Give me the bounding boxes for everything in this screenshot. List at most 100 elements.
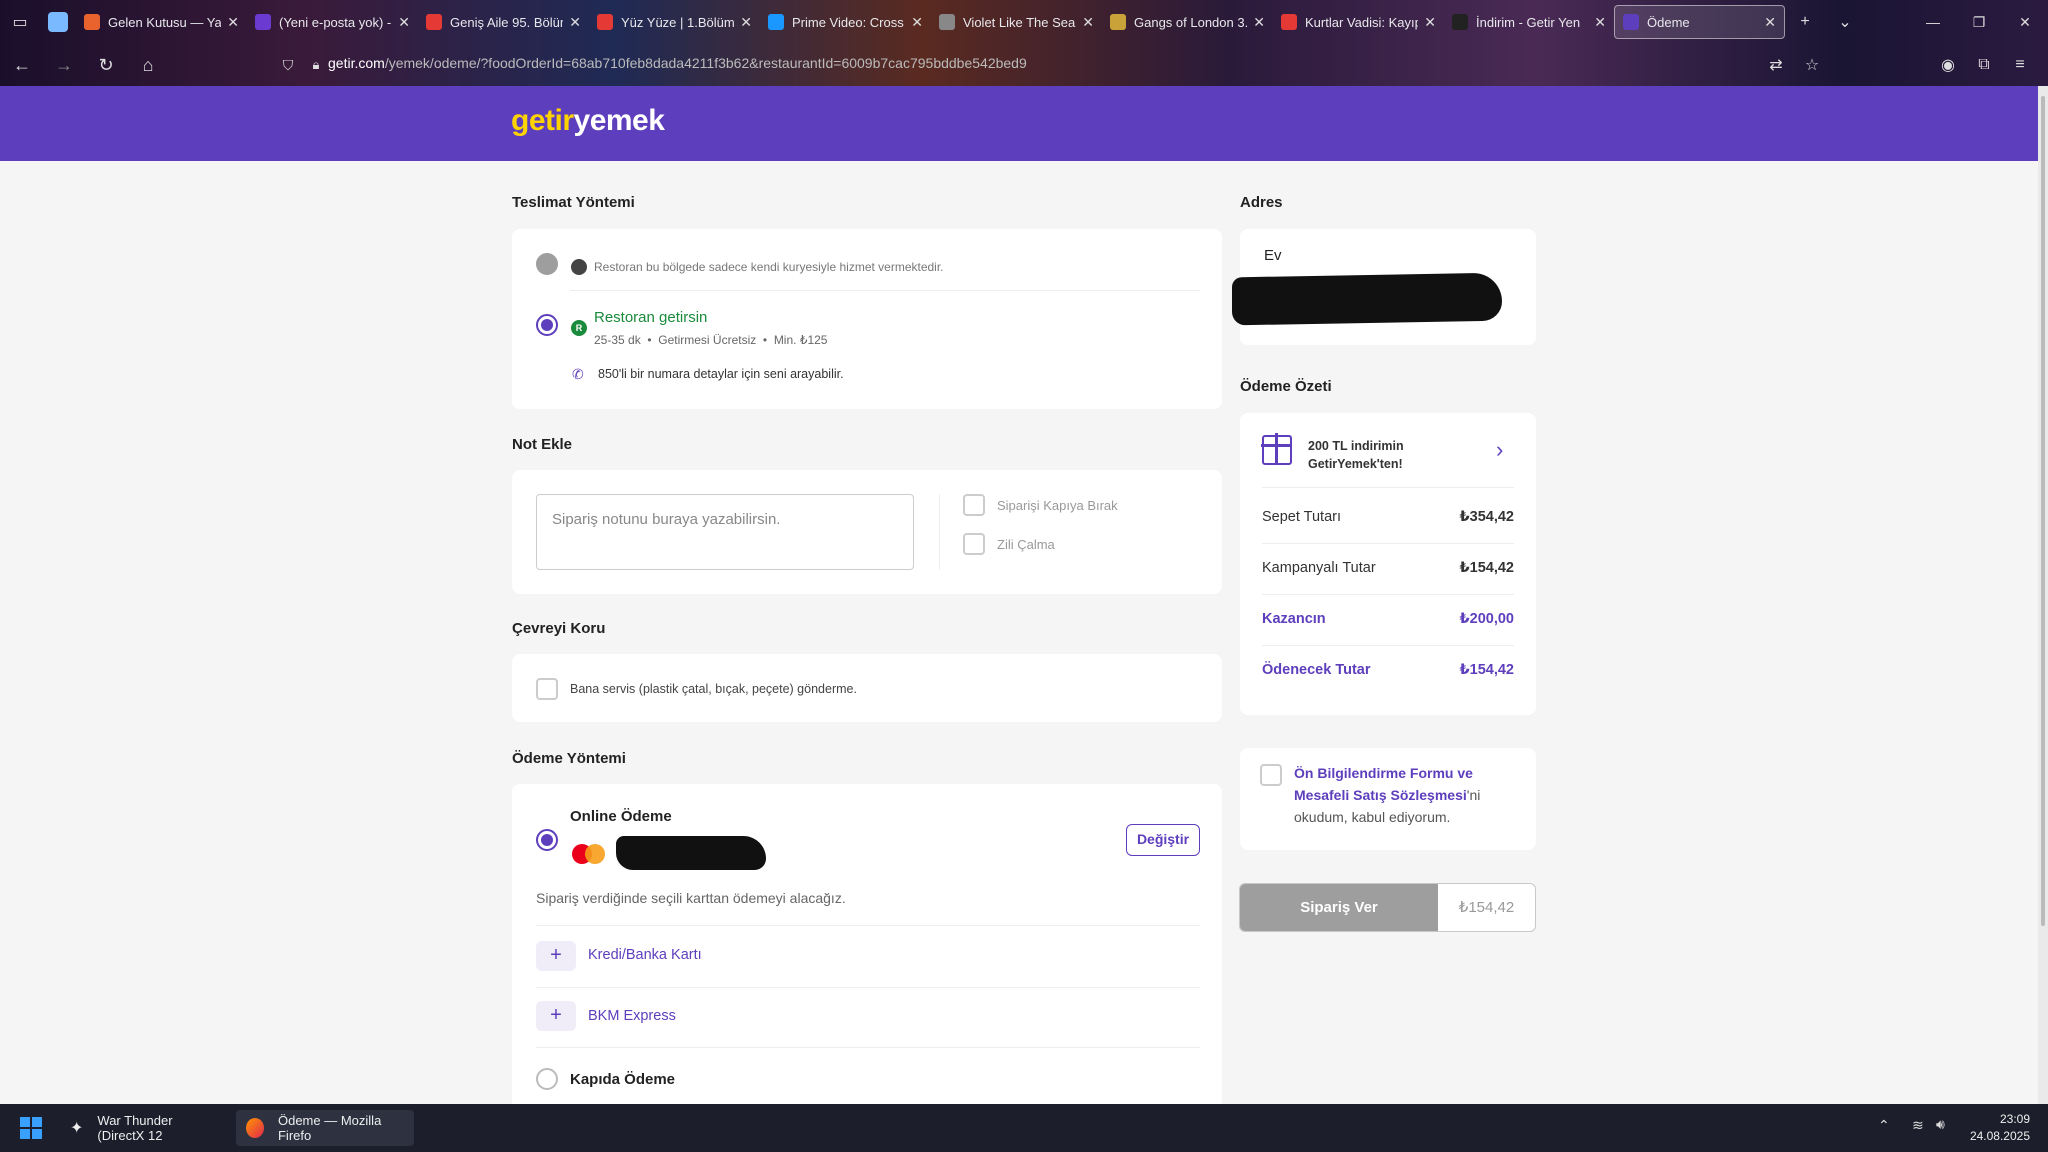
play-icon [768,14,784,30]
summary-value: ₺200,00 [1459,611,1514,627]
env-card: Bana servis (plastik çatal, bıçak, peçet… [512,654,1222,722]
order-total: ₺154,42 [1458,899,1515,916]
pay-at-door-radio[interactable] [536,1068,558,1090]
agreement-link[interactable]: Ön Bilgilendirme Formu ve Mesafeli Satış… [1294,765,1473,803]
restore-icon[interactable]: ❐ [1956,0,2002,44]
volume-icon[interactable]: 🔊︎ [1936,1116,1945,1133]
tray-chevron-icon[interactable]: ⌃ [1878,1117,1890,1134]
tab-close-icon[interactable]: ✕ [1594,14,1606,31]
translate-icon[interactable]: ⇄ [1758,48,1794,82]
address-label: Ev [1264,247,1282,264]
warthunder-icon: ✦ [70,1120,84,1137]
nav-bar: ← → ↻ ⌂ ⛉ 🔒︎ getir.com/yemek/odeme/?food… [0,44,2048,86]
browser-tab[interactable]: İndirim - Getir Yen ✕ [1444,5,1614,39]
bookmark-star-icon[interactable]: ☆ [1794,48,1830,82]
new-tab-icon[interactable]: + [1785,5,1825,39]
tab-close-icon[interactable]: ✕ [1082,14,1094,31]
delivery-card: Restoran bu bölgede sadece kendi kuryesi… [512,229,1222,409]
tab-title: Ödeme [1647,14,1690,30]
tab-close-icon[interactable]: ✕ [1424,14,1436,31]
tab-title: Kurtlar Vadisi: Kayıp [1305,14,1419,30]
tab-title: İndirim - Getir Yen [1476,14,1581,30]
tab-close-icon[interactable]: ✕ [1764,14,1776,31]
taskbar-app-firefox[interactable]: Ödeme — Mozilla Firefo [236,1110,414,1146]
promo-text[interactable]: 200 TL indirimin GetirYemek'ten! [1308,437,1404,473]
browser-tab[interactable]: Gelen Kutusu — Yand ✕ [76,5,247,39]
home-icon[interactable]: ⌂ [130,47,166,83]
courier-icon [571,259,587,275]
wifi-icon[interactable]: ≋ [1912,1117,1924,1134]
gift-icon [1261,433,1292,465]
bkm-express-option[interactable]: BKM Express [588,1008,676,1024]
tab-close-icon[interactable]: ✕ [1253,14,1265,31]
change-card-button[interactable]: Değiştir [1126,824,1200,856]
menu-icon[interactable]: ≡ [2002,48,2038,82]
tab-close-icon[interactable]: ✕ [398,14,410,31]
forward-icon[interactable]: → [46,47,82,83]
extensions-icon[interactable]: ⧉ [1966,48,2002,82]
browser-tab[interactable]: Kurtlar Vadisi: Kayıp ✕ [1273,5,1444,39]
account-icon[interactable]: ◉ [1930,48,1966,82]
minimize-icon[interactable]: — [1910,0,1956,44]
add-credit-card-icon[interactable]: + [536,941,576,971]
summary-row: Kampanyalı Tutar ₺154,42 [1262,544,1514,595]
browser-tab[interactable]: Yüz Yüze | 1.Bölüm - ✕ [589,5,760,39]
delivery-option-restaurant-radio[interactable] [536,314,558,336]
tab-list-icon[interactable]: ▭ [0,5,40,39]
summary-value: ₺154,42 [1459,662,1514,678]
phone-icon: ✆ [572,366,584,382]
delivery-details: 25-35 dk • Getirmesi Ücretsiz • Min. ₺12… [594,333,828,347]
browser-tab[interactable]: Prime Video: Cross - ✕ [760,5,931,39]
browser-tab[interactable]: Ödeme ✕ [1614,5,1785,39]
taskbar-app-warthunder[interactable]: ✦ War Thunder (DirectX 12 [60,1110,232,1146]
order-button-group: Sipariş Ver ₺154,42 [1239,883,1536,932]
delivery-option-courier-radio [536,253,558,275]
clock-time[interactable]: 23:09 [1968,1112,2030,1126]
tab-close-icon[interactable]: ✕ [740,14,752,31]
getir-yemek-logo[interactable]: getiryemek [511,104,665,138]
scrollbar[interactable] [2038,86,2048,1104]
order-note-input[interactable]: Sipariş notunu buraya yazabilirsin. [536,494,914,570]
address-title: Adres [1240,194,1283,211]
add-bkm-icon[interactable]: + [536,1001,576,1031]
promo-chevron-icon[interactable]: › [1496,437,1503,463]
env-title: Çevreyi Koru [512,620,606,637]
browser-tab[interactable]: Gangs of London 3.S ✕ [1102,5,1273,39]
summary-row: Ödenecek Tutar ₺154,42 [1262,646,1514,696]
summary-value: ₺354,42 [1459,509,1514,525]
summary-value: ₺154,42 [1459,560,1514,576]
address-bar[interactable]: getir.com/yemek/odeme/?foodOrderId=68ab7… [328,55,1027,71]
tab-close-icon[interactable]: ✕ [911,14,923,31]
credit-card-option[interactable]: Kredi/Banka Kartı [588,947,702,963]
tab-title: Geniş Aile 95. Bölüm [450,14,564,30]
address-card[interactable]: Ev [1232,229,1536,345]
mail-icon [84,14,100,30]
mail-icon [255,14,271,30]
leave-at-door-checkbox[interactable] [963,494,985,516]
online-payment-radio[interactable] [536,829,558,851]
place-order-button[interactable]: Sipariş Ver [1240,884,1438,931]
order-note-placeholder: Sipariş notunu buraya yazabilirsin. [552,511,781,528]
chevron-down-icon[interactable]: ⌄ [1825,5,1865,39]
summary-row: Sepet Tutarı ₺354,42 [1262,493,1514,544]
pinned-tab[interactable] [40,5,76,39]
tab-title: Violet Like The Sea • [963,14,1077,30]
clock-date[interactable]: 24.08.2025 [1968,1129,2030,1143]
leave-at-door-label: Siparişi Kapıya Bırak [997,498,1118,513]
reload-icon[interactable]: ↻ [88,47,124,83]
tab-close-icon[interactable]: ✕ [227,14,239,31]
agreement-checkbox[interactable] [1260,764,1282,786]
back-icon[interactable]: ← [4,47,40,83]
youtube-icon [1281,14,1297,30]
restaurant-delivery-title[interactable]: Restoran getirsin [594,309,707,326]
redacted-card-number [616,836,766,870]
browser-tab[interactable]: (Yeni e-posta yok) - s ✕ [247,5,418,39]
no-cutlery-label: Bana servis (plastik çatal, bıçak, peçet… [570,682,857,696]
browser-tab[interactable]: Violet Like The Sea • ✕ [931,5,1102,39]
no-cutlery-checkbox[interactable] [536,678,558,700]
close-icon[interactable]: ✕ [2002,0,2048,44]
no-ring-checkbox[interactable] [963,533,985,555]
windows-start-icon[interactable] [20,1117,42,1139]
browser-tab[interactable]: Geniş Aile 95. Bölüm ✕ [418,5,589,39]
tab-close-icon[interactable]: ✕ [569,14,581,31]
